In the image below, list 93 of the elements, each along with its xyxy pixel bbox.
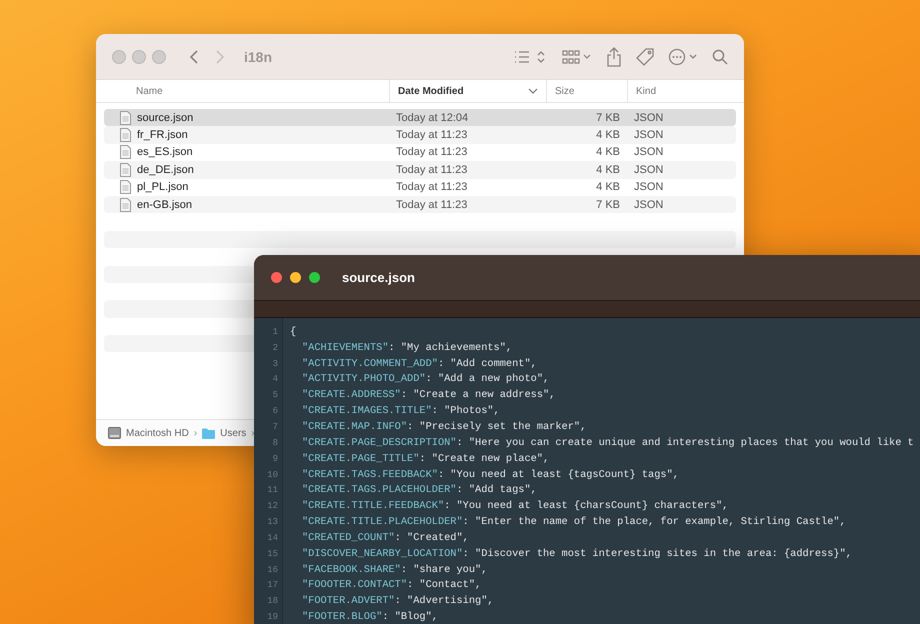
- folder-icon: [202, 428, 216, 438]
- size-cell-text: 7 KB: [595, 112, 621, 124]
- size-cell-text: 7 KB: [595, 198, 621, 211]
- code-line: "ACTIVITY.PHOTO_ADD": "Add a new photo",: [302, 373, 550, 386]
- code-line: "CREATED_COUNT": "Created",: [302, 532, 469, 544]
- size-cell-text: 4 KB: [595, 146, 621, 158]
- file-name: pl_PL.json: [137, 181, 188, 194]
- close-button[interactable]: [271, 272, 282, 283]
- line-number: 3: [272, 358, 278, 369]
- date-cell-text: Today at 11:23: [395, 164, 468, 176]
- document-icon: [120, 180, 131, 194]
- code-line: "CREATE.ADDRESS": "Create a new address",: [302, 389, 556, 402]
- document-icon: [120, 162, 131, 177]
- window-title: source.json: [342, 270, 415, 285]
- line-number: 9: [272, 454, 278, 464]
- code-line: "CREATE.MAP.INFO": "Precisely set the marker",: [302, 420, 586, 433]
- more-icon[interactable]: [668, 48, 698, 66]
- path-item[interactable]: Macintosh HD: [126, 428, 189, 438]
- zoom-button[interactable]: [309, 272, 320, 283]
- code-line: "CREATE.PAGE_DESCRIPTION": "Here you can create unique and interesting places that you would like t: [302, 436, 914, 449]
- code-line: "CREATE.TAGS.PLACEHOLDER": "Add tags",: [302, 484, 537, 496]
- line-number: 18: [266, 596, 278, 606]
- document-icon: [120, 110, 131, 125]
- file-row[interactable]: pl_PL.json Today at 11:23 4 KB JSON: [104, 178, 736, 196]
- file-name: en-GB.json: [137, 198, 192, 211]
- kind-cell-text: JSON: [633, 129, 664, 142]
- back-icon[interactable]: [188, 48, 200, 64]
- size-cell-text: 4 KB: [595, 129, 621, 142]
- date-cell-text: Today at 11:23: [395, 198, 468, 211]
- line-number: 17: [266, 580, 278, 590]
- code-line: "CREATE.TAGS.FEEDBACK": "You need at least {tagsCount} tags",: [302, 468, 679, 481]
- line-number: 6: [272, 406, 278, 416]
- path-separator: ›: [194, 428, 198, 438]
- document-icon: [120, 198, 131, 212]
- line-number: 7: [272, 422, 278, 432]
- line-number: 15: [266, 548, 278, 559]
- line-number: 4: [272, 374, 278, 384]
- tag-icon[interactable]: [636, 48, 654, 66]
- search-icon[interactable]: [712, 48, 728, 64]
- column-header[interactable]: Name: [96, 80, 390, 102]
- line-number: 16: [266, 564, 278, 575]
- kind-cell-text: JSON: [633, 181, 664, 194]
- path-item[interactable]: Users: [220, 428, 246, 438]
- column-header[interactable]: Kind: [628, 80, 728, 102]
- grid-view-icon[interactable]: [562, 48, 592, 64]
- document-icon: [120, 145, 131, 160]
- code-line: "FOOTER.BLOG": "Blog",: [302, 611, 438, 624]
- size-cell-text: 4 KB: [595, 181, 621, 194]
- line-number: 10: [266, 470, 278, 480]
- file-row[interactable]: source.json Today at 12:04 7 KB JSON: [104, 109, 736, 126]
- line-number: 13: [266, 517, 278, 528]
- file-name: de_DE.json: [137, 164, 194, 176]
- kind-cell-text: JSON: [633, 198, 664, 211]
- date-cell-text: Today at 11:23: [395, 181, 468, 194]
- kind-cell-text: JSON: [633, 146, 664, 158]
- file-name: fr_FR.json: [137, 129, 188, 142]
- code-line: "CREATE.PAGE_TITLE": "Create new place",: [302, 452, 550, 465]
- line-number: 14: [266, 532, 278, 543]
- kind-cell-text: JSON: [633, 112, 664, 124]
- window-title: i18n: [244, 48, 272, 64]
- file-name: es_ES.json: [137, 146, 193, 158]
- line-number: 19: [266, 612, 278, 622]
- kind-cell-text: JSON: [633, 164, 664, 176]
- code-line: "FACEBOOK.SHARE": "share you",: [302, 564, 488, 576]
- minimize-button[interactable]: [290, 272, 301, 283]
- file-name: source.json: [137, 112, 194, 124]
- code-line: "ACHIEVEMENTS": "My achievements",: [302, 342, 512, 354]
- code-line: "CREATE.IMAGES.TITLE": "Photos",: [302, 405, 500, 418]
- document-icon: [120, 128, 131, 142]
- code-line: "ACTIVITY.COMMENT_ADD": "Add comment",: [302, 358, 537, 370]
- line-number: 1: [272, 326, 278, 337]
- size-cell-text: 4 KB: [595, 164, 621, 176]
- date-cell-text: Today at 12:04: [395, 112, 470, 124]
- code-line: "FOOOTER.CONTACT": "Contact",: [302, 579, 482, 592]
- line-number: 12: [266, 501, 278, 512]
- line-number: 5: [272, 390, 278, 400]
- code-line: "DISCOVER_NEARBY_LOCATION": "Discover the most interesting sites in the area: {address}",: [302, 548, 852, 560]
- sort-caret-icon: [528, 88, 538, 94]
- file-row[interactable]: es_ES.json Today at 11:23 4 KB JSON: [104, 144, 736, 162]
- column-header[interactable]: Size: [547, 80, 628, 102]
- share-icon[interactable]: [606, 46, 622, 66]
- line-number: 2: [272, 342, 278, 353]
- path-separator: ›: [251, 428, 255, 438]
- date-cell-text: Today at 11:23: [395, 129, 468, 142]
- column-header[interactable]: Date Modified: [390, 80, 547, 102]
- code-line: "FOOTER.ADVERT": "Advertising",: [302, 595, 494, 608]
- code-line: "CREATE.TITLE.FEEDBACK": "You need at least {charsCount} characters",: [302, 500, 728, 512]
- line-number: 11: [266, 485, 278, 496]
- code-line: {: [290, 326, 296, 338]
- date-cell-text: Today at 11:23: [395, 146, 468, 158]
- code-line: "CREATE.TITLE.PLACEHOLDER": "Enter the name of the place, for example, Stirling Castle",: [302, 516, 846, 528]
- line-number: 8: [272, 438, 278, 448]
- close-button[interactable]: [112, 50, 126, 64]
